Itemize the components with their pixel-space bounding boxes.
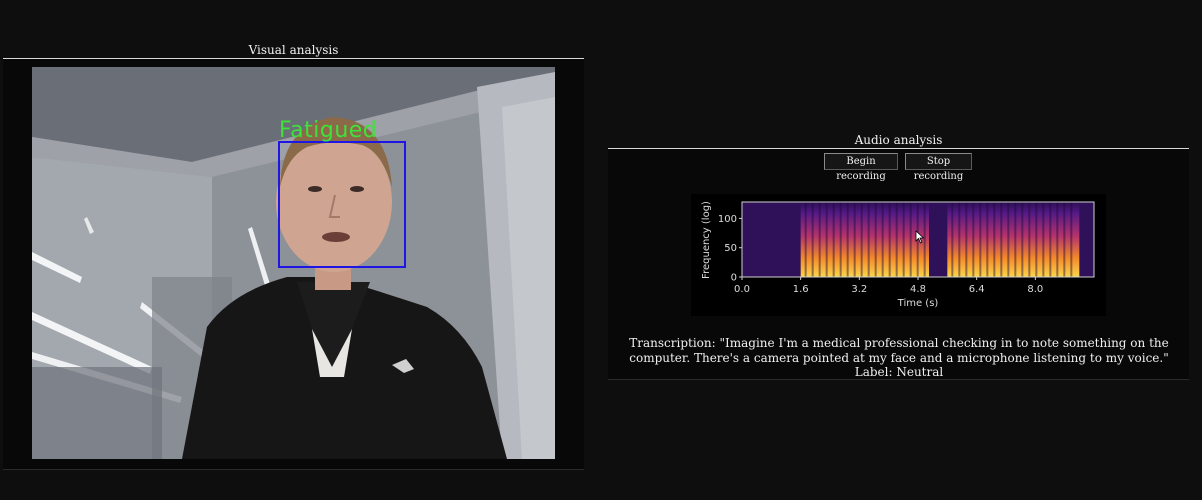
face-detection-box xyxy=(278,141,406,268)
spectral-gap xyxy=(846,202,849,277)
visual-analysis-title: Visual analysis xyxy=(248,43,339,57)
spectral-gap xyxy=(1063,202,1066,277)
spectral-gap xyxy=(965,202,968,277)
spectral-gap xyxy=(832,202,835,277)
spectral-gap xyxy=(1007,202,1010,277)
spectral-gap xyxy=(979,202,982,277)
spectral-gap xyxy=(986,202,989,277)
spectral-gap xyxy=(1028,202,1031,277)
spectral-gap xyxy=(860,202,863,277)
y-tick-label: 0 xyxy=(731,273,737,284)
transcription-text: Transcription: "Imagine I'm a medical pr… xyxy=(629,336,1169,365)
mouse-cursor-icon xyxy=(915,230,925,244)
spectral-gap xyxy=(1014,202,1017,277)
x-tick-label: 3.2 xyxy=(851,284,867,295)
spectral-gap xyxy=(1042,202,1045,277)
y-tick-label: 50 xyxy=(724,243,737,254)
spectral-gap xyxy=(1000,202,1003,277)
spectral-gap xyxy=(818,202,821,277)
spectral-gap xyxy=(1070,202,1073,277)
y-axis-label: Frequency (log) xyxy=(701,201,712,279)
x-axis-label: Time (s) xyxy=(897,298,939,309)
spectral-gap xyxy=(1035,202,1038,277)
face-emotion-label: Fatigued xyxy=(279,118,378,143)
spectral-gap xyxy=(839,202,842,277)
spectral-gap xyxy=(811,202,814,277)
spectral-gap xyxy=(1021,202,1024,277)
spectral-gap xyxy=(902,202,905,277)
spectral-gap xyxy=(888,202,891,277)
spectral-gap xyxy=(881,202,884,277)
spectrogram-chart: 0.0 1.6 3.2 4.8 6.4 8.0 0 50 100 Time (s) Frequ… xyxy=(691,194,1106,316)
spectral-gap xyxy=(825,202,828,277)
x-tick-label: 0.0 xyxy=(734,284,750,295)
x-tick-label: 1.6 xyxy=(793,284,809,295)
x-tick-label: 6.4 xyxy=(969,284,985,295)
audio-analysis-title: Audio analysis xyxy=(854,133,943,147)
audio-label: Label: Neutral xyxy=(854,365,944,379)
spectral-gap xyxy=(972,202,975,277)
spectral-gap xyxy=(993,202,996,277)
spectral-gap xyxy=(895,202,898,277)
begin-recording-button[interactable]: Begin recording xyxy=(824,153,898,182)
spectral-gap xyxy=(1049,202,1052,277)
x-tick-label: 8.0 xyxy=(1027,284,1043,295)
spectral-gap xyxy=(1056,202,1059,277)
x-tick-label: 4.8 xyxy=(910,284,926,295)
stop-recording-button[interactable]: Stop recording xyxy=(905,153,972,182)
spectral-gap xyxy=(909,202,912,277)
spectral-gap xyxy=(804,202,807,277)
spectral-gap xyxy=(951,202,954,277)
spectral-gap xyxy=(958,202,961,277)
spectral-gap xyxy=(853,202,856,277)
y-tick-label: 100 xyxy=(718,214,737,225)
spectral-gap xyxy=(867,202,870,277)
spectral-gap xyxy=(874,202,877,277)
